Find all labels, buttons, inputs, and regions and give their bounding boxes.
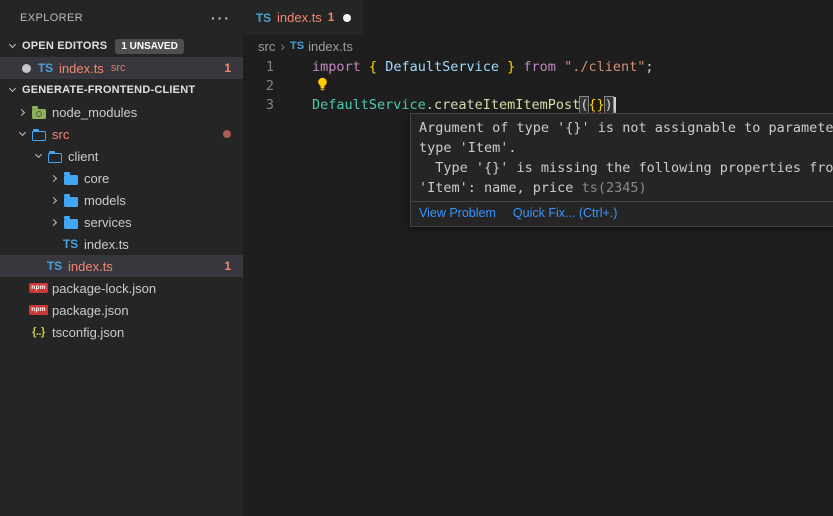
view-problem-link[interactable]: View Problem xyxy=(419,206,496,220)
tree-item-label: src xyxy=(52,127,69,142)
chevron-right-icon: › xyxy=(280,39,285,53)
node-modules-folder-icon xyxy=(30,104,47,120)
tree-item-label: services xyxy=(84,215,132,230)
error-count-badge: 1 xyxy=(224,61,231,75)
code-text xyxy=(312,76,329,96)
line-number: 3 xyxy=(243,97,274,113)
folder-open-icon xyxy=(30,126,47,142)
editor-group: TS index.ts 1 src › TS index.ts 1 import … xyxy=(243,0,833,516)
npm-icon: npm xyxy=(30,302,47,318)
line-number: 2 xyxy=(243,78,274,94)
unsaved-dot-icon[interactable] xyxy=(343,14,351,22)
tree-item-package-lock-json[interactable]: npm package-lock.json xyxy=(0,277,243,299)
tree-item-index-ts[interactable]: TS index.ts xyxy=(0,233,243,255)
chevron-right-icon xyxy=(46,192,62,208)
tree-item-services[interactable]: services xyxy=(0,211,243,233)
folder-open-icon xyxy=(46,148,63,164)
error-message-line: type 'Item'. xyxy=(419,138,833,158)
chevron-spacer xyxy=(14,324,30,340)
section-label: OPEN EDITORS xyxy=(22,40,107,52)
json-config-icon: {..} xyxy=(30,324,47,340)
tree-item-src[interactable]: src xyxy=(0,123,243,145)
project-section-header[interactable]: GENERATE-FRONTEND-CLIENT xyxy=(0,79,243,101)
code-editor[interactable]: 1 import { DefaultService } from "./clien… xyxy=(243,57,833,114)
typescript-icon: TS xyxy=(290,40,304,52)
line-number: 1 xyxy=(243,59,274,75)
chevron-down-icon xyxy=(4,82,20,98)
text-cursor xyxy=(614,97,616,113)
tab-index-ts[interactable]: TS index.ts 1 xyxy=(243,0,363,35)
tree-item-label: core xyxy=(84,171,109,186)
error-message-line: Type '{}' is missing the following prope… xyxy=(419,158,833,178)
tree-item-index-ts[interactable]: TS index.ts 1 xyxy=(0,255,243,277)
chevron-right-icon xyxy=(46,170,62,186)
tree-item-label: node_modules xyxy=(52,105,137,120)
typescript-icon: TS xyxy=(255,10,272,26)
breadcrumb-folder[interactable]: src xyxy=(258,39,275,54)
chevron-down-icon xyxy=(4,38,20,54)
quick-fix-link[interactable]: Quick Fix... (Ctrl+.) xyxy=(513,206,618,220)
open-editor-filename: index.ts xyxy=(59,61,104,76)
tab-error-badge: 1 xyxy=(328,12,334,24)
tree-item-label: package.json xyxy=(52,303,129,318)
error-count-badge: 1 xyxy=(224,259,231,273)
open-editor-path: src xyxy=(111,62,126,74)
tree-item-label: index.ts xyxy=(84,237,129,252)
code-text: import { DefaultService } from "./client… xyxy=(312,59,654,75)
error-message-line: Argument of type '{}' is not assignable … xyxy=(419,118,833,138)
tree-item-label: index.ts xyxy=(68,259,113,274)
explorer-sidebar: EXPLORER ··· OPEN EDITORS 1 UNSAVED TS i… xyxy=(0,0,243,516)
typescript-icon: TS xyxy=(62,236,79,252)
more-actions-icon[interactable]: ··· xyxy=(211,13,231,23)
chevron-spacer xyxy=(30,258,46,274)
modified-indicator-icon xyxy=(223,130,231,138)
file-tree: node_modulessrc client core models services T… xyxy=(0,101,243,343)
tree-item-core[interactable]: core xyxy=(0,167,243,189)
tree-item-node-modules[interactable]: node_modules xyxy=(0,101,243,123)
open-editors-section-header[interactable]: OPEN EDITORS 1 UNSAVED xyxy=(0,35,243,57)
tab-filename: index.ts xyxy=(277,10,322,25)
modified-dot-icon[interactable] xyxy=(22,64,31,73)
chevron-spacer xyxy=(46,236,62,252)
folder-icon xyxy=(62,214,79,230)
chevron-spacer xyxy=(14,302,30,318)
code-line-2[interactable]: 2 xyxy=(243,76,833,95)
typescript-icon: TS xyxy=(46,258,63,274)
chevron-down-icon xyxy=(14,126,30,142)
tree-item-package-json[interactable]: npm package.json xyxy=(0,299,243,321)
tooltip-actions: View Problem Quick Fix... (Ctrl+.) xyxy=(411,201,833,226)
error-message-line: 'Item': name, price ts(2345) xyxy=(419,178,833,198)
tab-bar: TS index.ts 1 xyxy=(243,0,833,35)
section-label: GENERATE-FRONTEND-CLIENT xyxy=(22,84,195,96)
tree-item-models[interactable]: models xyxy=(0,189,243,211)
typescript-icon: TS xyxy=(37,60,54,76)
tree-item-label: tsconfig.json xyxy=(52,325,124,340)
code-line-3[interactable]: 3 DefaultService.createItemItemPost({}) xyxy=(243,95,833,114)
folder-icon xyxy=(62,170,79,186)
chevron-right-icon xyxy=(14,104,30,120)
lightbulb-icon[interactable] xyxy=(316,77,329,92)
chevron-spacer xyxy=(14,280,30,296)
folder-icon xyxy=(62,192,79,208)
tree-item-client[interactable]: client xyxy=(0,145,243,167)
npm-icon: npm xyxy=(30,280,47,296)
chevron-down-icon xyxy=(30,148,46,164)
breadcrumb-file[interactable]: index.ts xyxy=(308,39,353,54)
tree-item-label: package-lock.json xyxy=(52,281,156,296)
tree-item-tsconfig-json[interactable]: {..} tsconfig.json xyxy=(0,321,243,343)
code-text: DefaultService.createItemItemPost({}) xyxy=(312,97,616,113)
code-line-1[interactable]: 1 import { DefaultService } from "./clien… xyxy=(243,57,833,76)
error-message: Argument of type '{}' is not assignable … xyxy=(411,114,833,201)
breadcrumb: src › TS index.ts xyxy=(243,35,833,57)
unsaved-badge: 1 UNSAVED xyxy=(115,39,184,54)
sidebar-title: EXPLORER xyxy=(20,12,83,24)
chevron-right-icon xyxy=(46,214,62,230)
open-editor-item-index-ts[interactable]: TS index.ts src 1 xyxy=(0,57,243,79)
sidebar-header: EXPLORER ··· xyxy=(0,0,243,35)
tree-item-label: client xyxy=(68,149,98,164)
tree-item-label: models xyxy=(84,193,126,208)
error-hover-tooltip: Argument of type '{}' is not assignable … xyxy=(410,113,833,227)
